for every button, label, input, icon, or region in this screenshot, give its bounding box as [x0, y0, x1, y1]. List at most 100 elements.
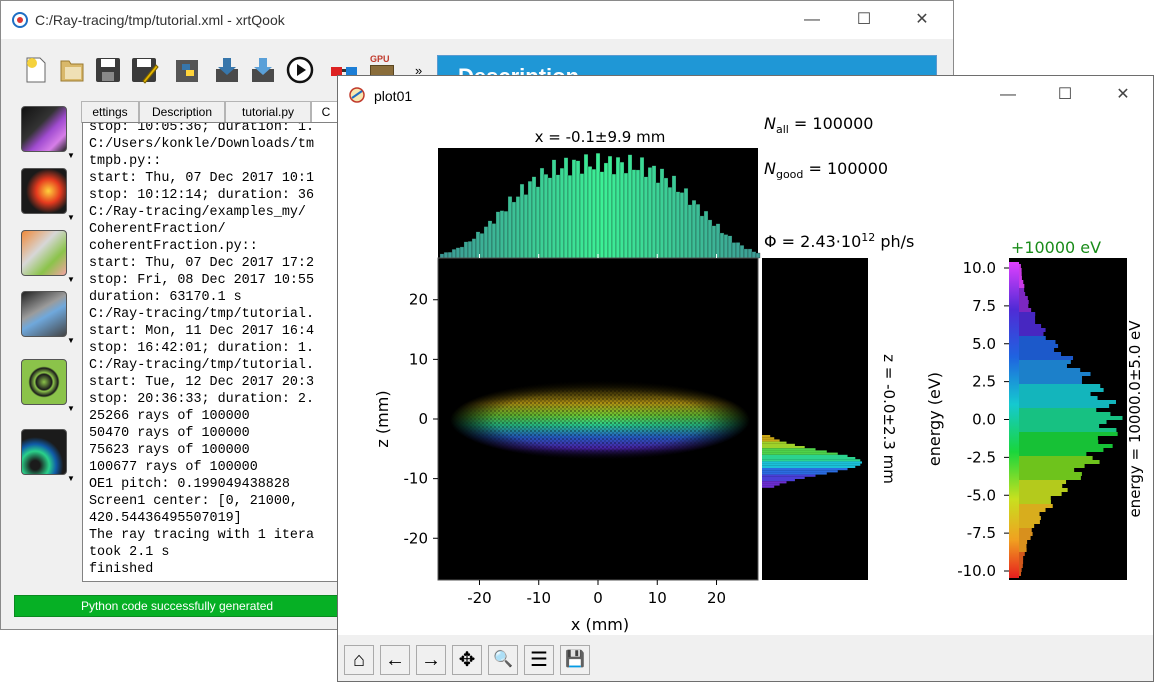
energy-hist-bar	[1019, 336, 1046, 340]
energy-hist-bar	[1019, 284, 1025, 288]
run-icon[interactable]	[285, 55, 315, 85]
top-hist-bar	[743, 248, 749, 259]
z-tick-label: -20	[404, 529, 429, 547]
home-icon[interactable]: ⌂	[344, 645, 374, 675]
plot-window-title: plot01	[374, 88, 413, 104]
energy-tick-label: 2.5	[972, 373, 996, 391]
export-script-icon[interactable]	[249, 55, 279, 85]
side-hist-bar	[762, 441, 787, 444]
source-icon[interactable]	[21, 106, 67, 152]
status-bar: Python code successfully generated	[14, 595, 340, 617]
energy-hist-bar	[1019, 272, 1022, 276]
minimize-button[interactable]: —	[797, 7, 827, 33]
plot-app-icon	[349, 87, 365, 103]
back-icon[interactable]: ←	[380, 645, 410, 675]
energy-colorbar	[1009, 262, 1019, 578]
energy-hist-bar	[1019, 464, 1085, 468]
top-hist-bar	[719, 232, 725, 259]
z-axis-ticks: 20 10 0 -10 -20	[404, 291, 438, 547]
plot-window: plot01 — ☐ ✕ x = -0.1±9.9 mm -20 -10 0 1…	[337, 75, 1154, 682]
top-hist-bar	[531, 176, 537, 259]
open-file-icon[interactable]	[57, 55, 87, 85]
chevron-down-icon[interactable]: ▼	[67, 336, 75, 345]
save-as-icon[interactable]	[129, 55, 159, 85]
energy-hist-bar	[1019, 440, 1099, 444]
plot-close-button[interactable]: ✕	[1108, 82, 1138, 108]
flux-label: Φ = 2.43·1012 ph/s	[764, 231, 914, 251]
energy-hist-bar	[1019, 512, 1040, 516]
side-hist-bar	[762, 474, 816, 477]
save-icon[interactable]	[93, 55, 123, 85]
python-icon[interactable]	[173, 55, 203, 85]
export-python-icon[interactable]	[213, 55, 243, 85]
chevron-down-icon[interactable]: ▼	[67, 474, 75, 483]
close-button[interactable]: ✕	[907, 7, 937, 33]
top-hist-bar	[687, 204, 693, 259]
configure-subplots-icon[interactable]: ☰	[524, 645, 554, 675]
top-hist-bar	[463, 241, 469, 259]
top-hist-bar	[591, 168, 597, 259]
tab-description[interactable]: Description	[139, 101, 225, 123]
top-hist-bar	[559, 167, 565, 259]
energy-hist-bar	[1019, 536, 1031, 540]
chevron-down-icon[interactable]: ▼	[67, 275, 75, 284]
chevron-down-icon[interactable]: ▼	[67, 151, 75, 160]
energy-axis-ticks: 10.0 7.5 5.0 2.5 0.0 -2.5 -5.0 -7.5 -10.0	[957, 259, 1009, 580]
side-hist-bar	[762, 479, 795, 482]
tab-tutorial-py[interactable]: tutorial.py	[225, 101, 311, 123]
forward-icon[interactable]: →	[416, 645, 446, 675]
energy-hist-bar	[1019, 572, 1022, 576]
chevron-down-icon[interactable]: ▼	[67, 404, 75, 413]
xrt-app-icon	[12, 12, 28, 28]
crystal-icon[interactable]	[21, 359, 67, 405]
top-hist-bar	[755, 252, 761, 259]
top-hist-bar	[627, 154, 633, 259]
energy-tick-label: -2.5	[967, 448, 996, 466]
top-hist-bar	[691, 200, 697, 259]
energy-hist-bar	[1019, 492, 1062, 496]
chevron-down-icon[interactable]: ▼	[67, 213, 75, 222]
energy-hist-bar	[1019, 548, 1027, 552]
save-figure-icon[interactable]: 💾	[560, 645, 590, 675]
side-hist-bar	[762, 454, 848, 457]
energy-hist-bar	[1019, 556, 1024, 560]
mirror-icon[interactable]	[21, 291, 67, 337]
plot-maximize-button[interactable]: ☐	[1050, 82, 1080, 108]
top-hist-bar	[447, 251, 453, 259]
side-hist-bar	[762, 452, 838, 455]
top-hist-bar	[615, 157, 621, 259]
side-hist-bar	[762, 472, 827, 475]
energy-hist-bar	[1019, 280, 1024, 284]
energy-hist-bar	[1019, 528, 1032, 532]
energy-hist-bar	[1019, 516, 1041, 520]
z-stat-label: z = -0.0±2.3 mm	[880, 354, 898, 484]
energy-hist-bar	[1019, 404, 1110, 408]
side-hist-bar	[762, 446, 805, 449]
top-hist-bar	[671, 175, 677, 259]
energy-hist-bar	[1019, 268, 1022, 272]
aperture-icon[interactable]	[21, 168, 67, 214]
pan-icon[interactable]: ✥	[452, 645, 482, 675]
energy-hist-bar	[1019, 320, 1036, 324]
energy-hist-bar	[1019, 520, 1040, 524]
top-hist-bar	[547, 177, 553, 259]
optical-element-icon[interactable]	[21, 230, 67, 276]
new-file-icon[interactable]	[21, 55, 51, 85]
maximize-button[interactable]: ☐	[849, 7, 879, 33]
energy-hist-bar	[1019, 264, 1021, 268]
plot-minimize-button[interactable]: —	[993, 82, 1023, 108]
energy-hist-bar	[1019, 472, 1082, 476]
zoom-icon[interactable]: 🔍	[488, 645, 518, 675]
tab-settings[interactable]: ettings	[81, 101, 139, 123]
console-output[interactable]: stop: 10:05:36; duration: 1. C:/Users/ko…	[82, 122, 342, 582]
energy-hist-bar	[1019, 436, 1098, 440]
energy-hist-bar	[1019, 408, 1097, 412]
top-hist-bar	[471, 238, 477, 259]
energy-hist-bar	[1019, 532, 1033, 536]
top-hist-bar	[703, 210, 709, 259]
top-hist-bar	[579, 173, 585, 259]
top-hist-bar	[623, 172, 629, 259]
screen-icon[interactable]	[21, 429, 67, 475]
side-hist-bar	[762, 485, 775, 488]
top-hist-bar	[647, 167, 653, 259]
